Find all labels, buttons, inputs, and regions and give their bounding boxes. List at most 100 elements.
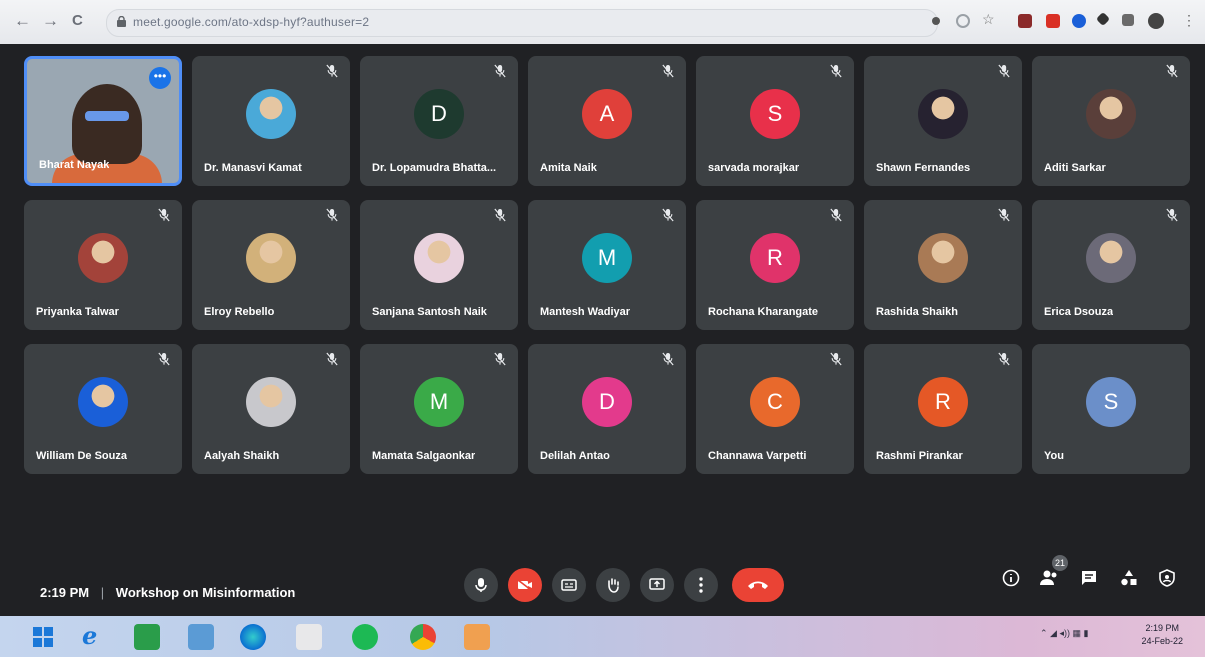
participant-tile[interactable]: Aalyah Shaikh xyxy=(192,344,350,474)
meeting-time: 2:19 PM xyxy=(40,585,90,600)
participant-initial-avatar: A xyxy=(582,89,632,139)
camera-off-icon xyxy=(517,579,532,591)
participant-name: William De Souza xyxy=(36,450,127,462)
participant-tile[interactable]: Elroy Rebello xyxy=(192,200,350,330)
extension-blue-icon[interactable] xyxy=(1072,14,1086,28)
profile-avatar[interactable] xyxy=(1148,13,1164,29)
meeting-title: Workshop on Misinformation xyxy=(115,585,296,600)
people-button[interactable] xyxy=(1038,567,1060,589)
participant-tile[interactable]: S You xyxy=(1032,344,1190,474)
mic-off-icon xyxy=(326,64,340,80)
mic-off-icon xyxy=(830,208,844,224)
participant-name: Bharat Nayak xyxy=(39,159,110,171)
microphone-button[interactable] xyxy=(464,568,498,602)
participant-photo xyxy=(918,233,968,283)
system-clock[interactable]: 2:19 PM 24-Feb-22 xyxy=(1141,622,1183,648)
participant-tile[interactable]: D Delilah Antao xyxy=(528,344,686,474)
extensions-icon[interactable] xyxy=(1122,14,1134,26)
participant-initial-avatar: C xyxy=(750,377,800,427)
extension-mail-icon[interactable] xyxy=(1046,14,1060,28)
participant-tile[interactable]: D Dr. Lopamudra Bhatta... xyxy=(360,56,518,186)
participant-photo xyxy=(246,89,296,139)
participant-name: Aditi Sarkar xyxy=(1044,162,1106,174)
participant-tile[interactable]: Sanjana Santosh Naik xyxy=(360,200,518,330)
activities-button[interactable] xyxy=(1118,567,1140,589)
participant-tile[interactable]: Dr. Manasvi Kamat xyxy=(192,56,350,186)
windows-taskbar: e ⌃ ◢ ◂)) ▦ ▮ 2:19 PM 24-Feb-22 xyxy=(0,616,1205,657)
participant-tile[interactable]: R Rochana Kharangate xyxy=(696,200,854,330)
camera-off-button[interactable] xyxy=(508,568,542,602)
participant-photo xyxy=(246,377,296,427)
participant-tile[interactable]: M Mantesh Wadiyar xyxy=(528,200,686,330)
participant-tile[interactable]: C Channawa Varpetti xyxy=(696,344,854,474)
internet-explorer-icon[interactable]: e xyxy=(82,624,108,650)
present-screen-button[interactable] xyxy=(640,568,674,602)
captions-icon xyxy=(561,579,577,591)
extension-red-icon[interactable] xyxy=(1018,14,1032,28)
mic-off-icon xyxy=(158,352,172,368)
app-orange-icon[interactable] xyxy=(464,624,490,650)
microphone-icon xyxy=(475,578,487,592)
reload-button[interactable]: C xyxy=(72,12,83,30)
back-button[interactable]: ← xyxy=(14,12,31,30)
participant-name: Channawa Varpetti xyxy=(708,450,807,462)
windows-start-icon[interactable] xyxy=(30,624,56,650)
menu-icon[interactable]: ⋮ xyxy=(1182,12,1196,28)
chat-button[interactable] xyxy=(1078,567,1100,589)
address-bar[interactable]: meet.google.com/ato-xdsp-hyf?authuser=2 xyxy=(106,9,938,37)
participant-tile[interactable]: Shawn Fernandes xyxy=(864,56,1022,186)
participant-tile[interactable]: Aditi Sarkar xyxy=(1032,56,1190,186)
mic-off-icon xyxy=(494,208,508,224)
hang-up-icon xyxy=(748,581,768,589)
shield-icon xyxy=(1159,569,1175,587)
participant-tile[interactable]: William De Souza xyxy=(24,344,182,474)
raise-hand-button[interactable] xyxy=(596,568,630,602)
tile-more-options-button[interactable]: ••• xyxy=(149,67,171,89)
participant-photo xyxy=(78,377,128,427)
participant-name: Rochana Kharangate xyxy=(708,306,819,318)
file-explorer-icon[interactable] xyxy=(188,624,214,650)
mic-off-icon xyxy=(326,208,340,224)
camera-icon[interactable] xyxy=(932,17,940,25)
url-text: meet.google.com/ato-xdsp-hyf?authuser=2 xyxy=(133,15,370,29)
participant-tile[interactable]: ••• Bharat Nayak xyxy=(24,56,182,186)
participant-name: Rashida Shaikh xyxy=(876,306,958,318)
participant-tile[interactable]: R Rashmi Pirankar xyxy=(864,344,1022,474)
participant-tile[interactable]: Ssarvada morajkar xyxy=(696,56,854,186)
participant-tile[interactable]: Erica Dsouza xyxy=(1032,200,1190,330)
participant-photo xyxy=(246,233,296,283)
meeting-details[interactable]: 2:19 PM | Workshop on Misinformation xyxy=(40,585,295,600)
leave-call-button[interactable] xyxy=(732,568,784,602)
host-controls-button[interactable] xyxy=(1156,567,1178,589)
share-icon[interactable] xyxy=(956,14,970,28)
participant-initial-avatar: D xyxy=(582,377,632,427)
edge-icon[interactable] xyxy=(240,624,266,650)
photos-icon[interactable] xyxy=(296,624,322,650)
video-feed-person xyxy=(72,84,142,164)
participant-tile[interactable]: A Amita Naik xyxy=(528,56,686,186)
meeting-info-button[interactable] xyxy=(1000,567,1022,589)
bookmark-star-icon[interactable]: ☆ xyxy=(982,11,996,27)
participant-photo xyxy=(414,233,464,283)
participant-photo xyxy=(918,89,968,139)
pin-icon[interactable] xyxy=(1095,11,1111,27)
mic-off-icon xyxy=(158,208,172,224)
participant-name: Aalyah Shaikh xyxy=(204,450,280,462)
app-green-icon[interactable] xyxy=(134,624,160,650)
spotify-icon[interactable] xyxy=(352,624,378,650)
lock-icon xyxy=(117,16,126,27)
tray-icons[interactable]: ⌃ ◢ ◂)) ▦ ▮ xyxy=(1040,628,1088,639)
more-options-button[interactable] xyxy=(684,568,718,602)
participant-tile[interactable]: Rashida Shaikh xyxy=(864,200,1022,330)
forward-button[interactable]: → xyxy=(42,12,59,30)
participant-tile[interactable]: Priyanka Talwar xyxy=(24,200,182,330)
participant-tile[interactable]: M Mamata Salgaonkar xyxy=(360,344,518,474)
participant-initial-avatar: D xyxy=(414,89,464,139)
participant-photo xyxy=(78,233,128,283)
mic-off-icon xyxy=(494,64,508,80)
participant-initial-avatar: M xyxy=(582,233,632,283)
mic-off-icon xyxy=(662,208,676,224)
participant-name: Priyanka Talwar xyxy=(36,306,119,318)
captions-button[interactable] xyxy=(552,568,586,602)
chrome-icon[interactable] xyxy=(410,624,436,650)
